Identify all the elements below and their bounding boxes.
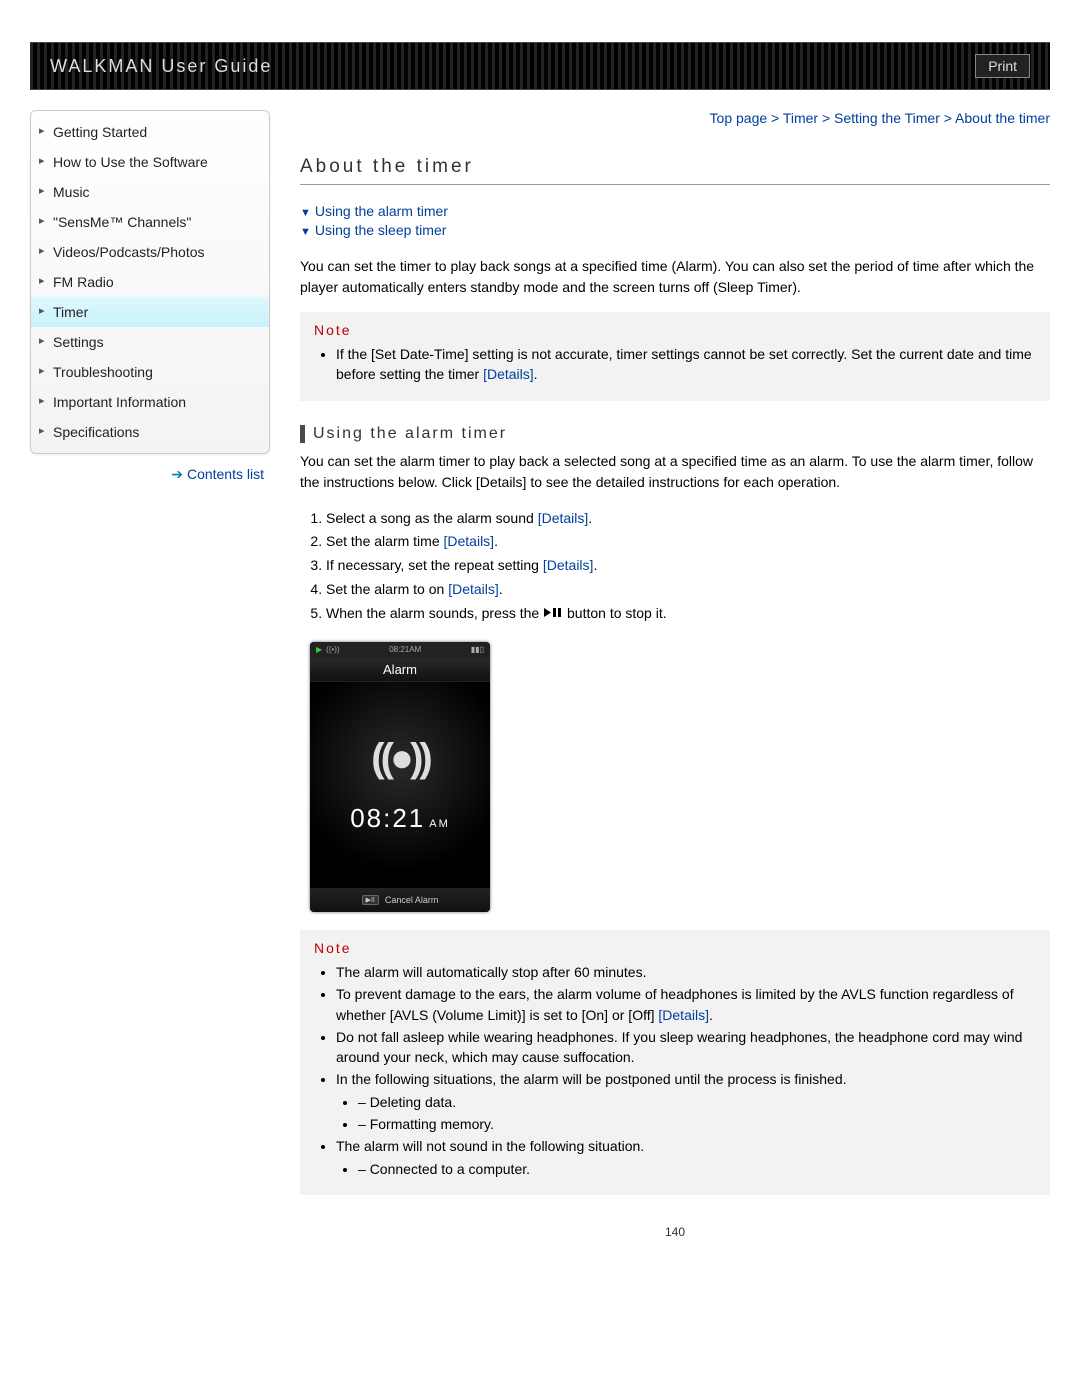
device-footer: ▶II Cancel Alarm <box>310 888 490 912</box>
nav-music[interactable]: Music <box>31 177 269 207</box>
nav-troubleshooting[interactable]: Troubleshooting <box>31 357 269 387</box>
anchor-links: ▼Using the alarm timer ▼Using the sleep … <box>300 203 1050 238</box>
step-3: If necessary, set the repeat setting [De… <box>326 554 1050 578</box>
note-item: The alarm will automatically stop after … <box>336 962 1036 982</box>
device-title: Alarm <box>310 658 490 682</box>
battery-icon: ▮▮▯ <box>471 645 484 654</box>
details-link[interactable]: [Details] <box>448 581 499 597</box>
note-label: Note <box>314 322 1036 338</box>
nav-sensme[interactable]: "SensMe™ Channels" <box>31 207 269 237</box>
note-subitem: Deleting data. <box>358 1092 1036 1112</box>
details-link[interactable]: [Details] <box>658 1007 709 1023</box>
breadcrumb[interactable]: Top page > Timer > Setting the Timer > A… <box>300 110 1050 126</box>
nav-getting-started[interactable]: Getting Started <box>31 117 269 147</box>
nav-settings[interactable]: Settings <box>31 327 269 357</box>
signal-icon: ((•)) <box>326 645 339 654</box>
step-1: Select a song as the alarm sound [Detail… <box>326 507 1050 531</box>
down-triangle-icon: ▼ <box>300 226 311 238</box>
sidebar: Getting Started How to Use the Software … <box>30 110 270 1239</box>
details-link[interactable]: [Details] <box>538 510 589 526</box>
step-2: Set the alarm time [Details]. <box>326 530 1050 554</box>
note-item: To prevent damage to the ears, the alarm… <box>336 984 1036 1025</box>
contents-link-wrap: ➔Contents list <box>30 454 270 483</box>
note-subitem: Formatting memory. <box>358 1114 1036 1134</box>
note-item: Do not fall asleep while wearing headpho… <box>336 1027 1036 1068</box>
alarm-sound-icon: ((●)) <box>371 736 428 781</box>
section-title-alarm: Using the alarm timer <box>300 425 1050 443</box>
device-status-time: 08:21AM <box>389 645 421 654</box>
device-body: ((●)) 08:21AM <box>310 682 490 888</box>
intro-text: You can set the timer to play back songs… <box>300 256 1050 298</box>
device-screenshot: ▶ ((•)) 08:21AM ▮▮▯ Alarm ((●)) 08:21AM ▶… <box>310 642 490 912</box>
nav-important-info[interactable]: Important Information <box>31 387 269 417</box>
note-subitem: Connected to a computer. <box>358 1159 1036 1179</box>
note-item: If the [Set Date-Time] setting is not ac… <box>336 344 1036 385</box>
play-pause-icon <box>543 602 563 626</box>
nav-fm-radio[interactable]: FM Radio <box>31 267 269 297</box>
page-title: About the timer <box>300 156 1050 185</box>
page-number: 140 <box>300 1225 1050 1239</box>
details-link[interactable]: [Details] <box>543 557 594 573</box>
note-item: The alarm will not sound in the followin… <box>336 1136 1036 1179</box>
note-item: In the following situations, the alarm w… <box>336 1069 1036 1134</box>
main-content: Top page > Timer > Setting the Timer > A… <box>300 110 1050 1239</box>
print-button[interactable]: Print <box>975 54 1030 78</box>
header-title: WALKMAN User Guide <box>50 56 272 77</box>
nav-specifications[interactable]: Specifications <box>31 417 269 447</box>
anchor-alarm[interactable]: ▼Using the alarm timer <box>300 203 1050 219</box>
step-4: Set the alarm to on [Details]. <box>326 578 1050 602</box>
arrow-right-icon: ➔ <box>171 466 183 482</box>
details-link[interactable]: [Details] <box>483 366 534 382</box>
play-icon: ▶ <box>316 645 322 654</box>
nav-software[interactable]: How to Use the Software <box>31 147 269 177</box>
device-footer-text: Cancel Alarm <box>385 895 439 905</box>
down-triangle-icon: ▼ <box>300 207 311 219</box>
device-status-bar: ▶ ((•)) 08:21AM ▮▮▯ <box>310 642 490 658</box>
play-pause-icon: ▶II <box>362 895 379 905</box>
step-5: When the alarm sounds, press the button … <box>326 602 1050 626</box>
contents-list-link[interactable]: ➔Contents list <box>171 466 264 482</box>
steps-list: Select a song as the alarm sound [Detail… <box>300 507 1050 626</box>
nav-menu: Getting Started How to Use the Software … <box>30 110 270 454</box>
header-bar: WALKMAN User Guide Print <box>30 42 1050 90</box>
device-time: 08:21AM <box>350 803 450 834</box>
section-intro: You can set the alarm timer to play back… <box>300 451 1050 493</box>
note-box-1: Note If the [Set Date-Time] setting is n… <box>300 312 1050 401</box>
anchor-sleep[interactable]: ▼Using the sleep timer <box>300 222 1050 238</box>
nav-timer[interactable]: Timer <box>31 297 269 327</box>
nav-videos[interactable]: Videos/Podcasts/Photos <box>31 237 269 267</box>
details-link[interactable]: [Details] <box>444 533 495 549</box>
note-box-2: Note The alarm will automatically stop a… <box>300 930 1050 1195</box>
note-label: Note <box>314 940 1036 956</box>
